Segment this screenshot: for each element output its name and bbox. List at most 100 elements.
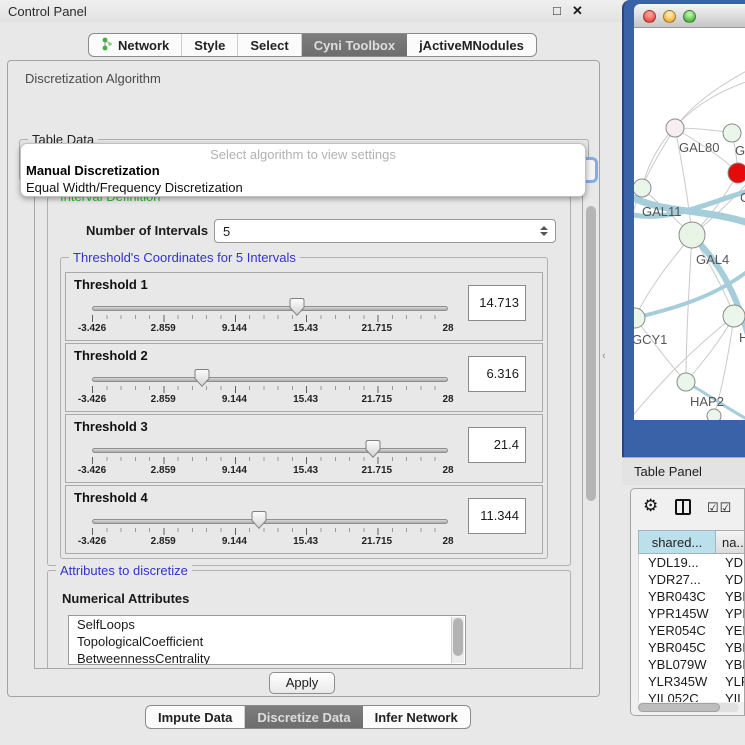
node-bottom-partial[interactable] xyxy=(707,409,721,420)
network-graph: GAL80 GA C GAL11 GAL4 GCY1 H HAP2 xyxy=(634,28,745,420)
slider-track[interactable] xyxy=(92,519,448,524)
tab-infer-network[interactable]: Infer Network xyxy=(363,706,470,728)
apply-button[interactable]: Apply xyxy=(269,672,335,694)
split-view-icon[interactable] xyxy=(675,499,691,515)
thresholds-group-title: Threshold's Coordinates for 5 Intervals xyxy=(69,250,300,265)
threshold-4-value-field[interactable]: 11.344 xyxy=(468,498,526,534)
threshold-1-value-field[interactable]: 14.713 xyxy=(468,285,526,321)
slider-ticks xyxy=(92,386,449,393)
network-window-titlebar[interactable] xyxy=(634,4,745,28)
numerical-attributes-label: Numerical Attributes xyxy=(62,591,189,606)
slider-track[interactable] xyxy=(92,306,448,311)
cyni-toolbox-panel: Discretization Algorithm Select algorith… xyxy=(7,60,600,697)
threshold-3-label: Threshold 3 xyxy=(74,419,148,434)
slider-track[interactable] xyxy=(92,448,448,453)
node-red-selected[interactable] xyxy=(728,163,745,183)
panel-splitter-arrow-icon[interactable]: ‹ xyxy=(602,350,606,362)
threshold-2-label: Threshold 2 xyxy=(74,348,148,363)
threshold-1-label: Threshold 1 xyxy=(74,277,148,292)
threshold-3-slider[interactable]: -3.426 2.859 9.144 15.43 21.715 28 xyxy=(92,439,448,481)
node-label-gal80: GAL80 xyxy=(679,140,719,155)
table-header-row: shared... na... xyxy=(638,530,745,554)
table-horizontal-scrollbar[interactable] xyxy=(638,703,739,712)
control-panel-tabbar: Network Style Select Cyni Toolbox jActiv… xyxy=(88,33,537,57)
slider-thumb[interactable] xyxy=(251,510,267,530)
slider-ticks xyxy=(92,457,449,464)
gear-icon[interactable]: ⚙ xyxy=(643,496,658,516)
column-checkboxes-icon[interactable]: ☑☑ xyxy=(707,500,732,516)
table-panel-window: ⚙ ☑☑ shared... na... YDL19...YDL19... YD… xyxy=(630,488,745,716)
algorithm-group-title: Discretization Algorithm xyxy=(25,71,161,86)
number-of-intervals-combobox[interactable]: 5 xyxy=(214,219,556,243)
node-gal80[interactable] xyxy=(666,119,684,137)
zoom-traffic-light-icon[interactable] xyxy=(683,10,696,23)
minimize-traffic-light-icon[interactable] xyxy=(663,10,676,23)
tab-jactivemnodules[interactable]: jActiveMNodules xyxy=(407,34,536,56)
numerical-attributes-list[interactable]: SelfLoops TopologicalCoefficient Between… xyxy=(68,615,466,665)
tab-network[interactable]: Network xyxy=(89,34,182,56)
node-table: shared... na... YDL19...YDL19... YDR27..… xyxy=(638,530,745,702)
algorithm-dropdown-popup: Select algorithm to view settings Manual… xyxy=(20,143,586,197)
table-row[interactable]: YBL079WYBL079W xyxy=(639,656,745,673)
slider-thumb[interactable] xyxy=(289,297,305,317)
threshold-4-slider[interactable]: -3.426 2.859 9.144 15.43 21.715 28 xyxy=(92,510,448,552)
slider-tick-labels: -3.426 2.859 9.144 15.43 21.715 28 xyxy=(92,465,448,479)
list-item[interactable]: BetweennessCentrality xyxy=(69,650,465,665)
threshold-2-slider[interactable]: -3.426 2.859 9.144 15.43 21.715 28 xyxy=(92,368,448,410)
network-graph-icon xyxy=(101,37,113,54)
threshold-4-label: Threshold 4 xyxy=(74,490,148,505)
slider-tick-labels: -3.426 2.859 9.144 15.43 21.715 28 xyxy=(92,536,448,550)
node-hap2[interactable] xyxy=(677,373,695,391)
tab-discretize-data[interactable]: Discretize Data xyxy=(245,706,362,728)
algorithm-option-manual[interactable]: Manual Discretization xyxy=(26,163,160,178)
node-gal11[interactable] xyxy=(634,179,651,197)
algorithm-option-equal-width[interactable]: Equal Width/Frequency Discretization xyxy=(26,180,243,195)
column-header-name[interactable]: na... xyxy=(716,530,745,554)
node-label-gcy1: GCY1 xyxy=(634,332,667,347)
node-gal4[interactable] xyxy=(679,222,705,248)
settings-scroll-panel: Interval Definition Number of Intervals … xyxy=(34,187,583,669)
control-panel-title: Control Panel xyxy=(8,4,87,19)
settings-vertical-scrollbar[interactable] xyxy=(585,187,597,669)
tab-cyni-toolbox[interactable]: Cyni Toolbox xyxy=(302,34,407,56)
slider-ticks xyxy=(92,315,449,322)
list-item[interactable]: TopologicalCoefficient xyxy=(69,633,465,650)
table-row[interactable]: YLR345WYLR345W xyxy=(639,673,745,690)
network-view-window: GAL80 GA C GAL11 GAL4 GCY1 H HAP2 xyxy=(622,0,745,457)
table-row[interactable]: YDL19...YDL19... xyxy=(639,554,745,571)
close-traffic-light-icon[interactable] xyxy=(643,10,656,23)
list-item[interactable]: SelfLoops xyxy=(69,616,465,633)
slider-thumb[interactable] xyxy=(194,368,210,388)
scrollbar-thumb[interactable] xyxy=(638,703,720,712)
list-vertical-scrollbar[interactable] xyxy=(451,617,464,663)
close-panel-icon[interactable]: ✕ xyxy=(572,3,583,19)
attributes-group-title: Attributes to discretize xyxy=(56,563,192,578)
slider-track[interactable] xyxy=(92,377,448,382)
attributes-group: Attributes to discretize Numerical Attri… xyxy=(47,570,571,669)
tab-select[interactable]: Select xyxy=(238,34,301,56)
table-row[interactable]: YBR043CYBR043C xyxy=(639,588,745,605)
node-gcy1[interactable] xyxy=(634,308,645,328)
tab-style[interactable]: Style xyxy=(182,34,238,56)
tab-impute-data[interactable]: Impute Data xyxy=(146,706,245,728)
threshold-4-panel: Threshold 4 -3.426 2.859 9.144 15.43 21.… xyxy=(65,485,543,554)
table-row[interactable]: YIL052CYIL052C xyxy=(639,690,745,702)
node-h[interactable] xyxy=(723,305,745,327)
float-window-icon[interactable]: □ xyxy=(553,3,561,18)
network-canvas[interactable]: GAL80 GA C GAL11 GAL4 GCY1 H HAP2 xyxy=(634,28,745,420)
node-top-right[interactable] xyxy=(723,124,741,142)
node-label-ga-partial: GA xyxy=(735,143,745,158)
table-row[interactable]: YDR27...YDR27... xyxy=(639,571,745,588)
scrollbar-thumb[interactable] xyxy=(586,206,596,501)
number-of-intervals-label: Number of Intervals xyxy=(86,223,208,238)
slider-thumb[interactable] xyxy=(365,439,381,459)
threshold-2-value-field[interactable]: 6.316 xyxy=(468,356,526,392)
threshold-3-value-field[interactable]: 21.4 xyxy=(468,427,526,463)
table-panel-header: Table Panel xyxy=(622,457,745,485)
thresholds-group: Threshold's Coordinates for 5 Intervals … xyxy=(60,257,548,559)
column-header-shared[interactable]: shared... xyxy=(638,530,716,554)
threshold-1-slider[interactable]: -3.426 2.859 9.144 15.43 21.715 28 xyxy=(92,297,448,339)
table-row[interactable]: YPR145WYPR145W xyxy=(639,605,745,622)
table-row[interactable]: YER054CYER054C xyxy=(639,622,745,639)
table-row[interactable]: YBR045CYBR045C xyxy=(639,639,745,656)
